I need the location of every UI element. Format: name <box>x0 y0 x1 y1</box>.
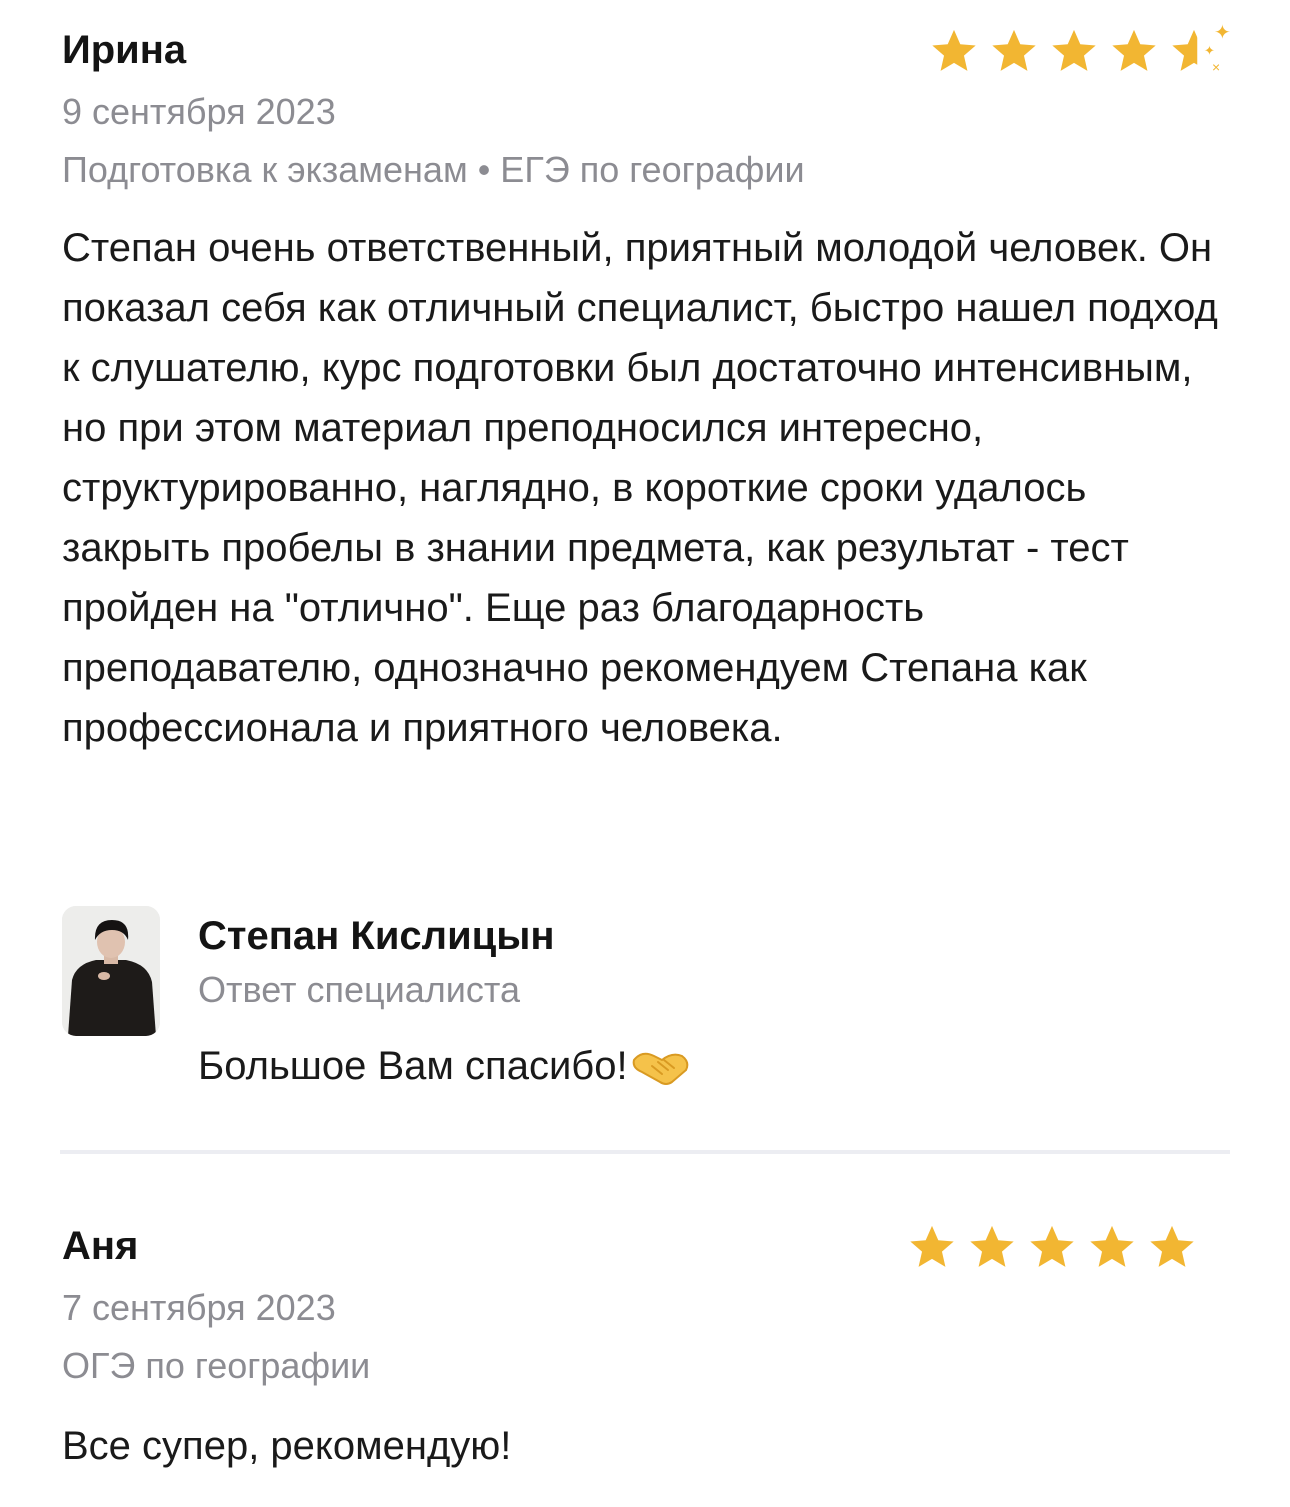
specialist-reply: Степан Кислицын Ответ специалиста Большо… <box>62 906 1232 1106</box>
review-category: Подготовка к экзаменам • ЕГЭ по географи… <box>62 149 805 190</box>
star-icon <box>1112 29 1156 71</box>
star-rating <box>904 1222 1200 1274</box>
review-date: 9 сентября 2023 <box>62 91 336 132</box>
reply-text: Большое Вам спасибо! <box>198 1036 690 1096</box>
specialist-name: Степан Кислицын <box>198 914 555 958</box>
review-card: Ирина 9 сентября 2023 Подготовка к экзам… <box>62 22 1231 758</box>
specialist-role-label: Ответ специалиста <box>198 969 521 1010</box>
star-icon <box>932 29 976 71</box>
star-icon <box>970 1225 1014 1267</box>
review-card: Аня 7 сентября 2023 ОГЭ по географии Все… <box>62 1218 1230 1476</box>
review-category: ОГЭ по географии <box>62 1345 371 1386</box>
reply-message: Большое Вам спасибо! <box>198 1044 628 1088</box>
star-icon <box>1052 29 1096 71</box>
review-text: Степан очень ответственный, приятный мол… <box>62 226 1218 750</box>
handshake-icon <box>632 1052 688 1085</box>
review-text: Все супер, рекомендую! <box>62 1424 512 1468</box>
divider <box>60 1150 1230 1154</box>
star-icon <box>910 1225 954 1267</box>
avatar <box>62 906 160 1036</box>
star-icon <box>992 29 1036 71</box>
star-rating: ✦ ✦ × <box>926 23 1231 78</box>
review-date: 7 сентября 2023 <box>62 1287 336 1328</box>
half-star-sparkle-icon: ✦ ✦ × <box>1166 23 1231 78</box>
star-icon <box>1150 1225 1194 1267</box>
reply-body: Степан Кислицын Ответ специалиста Большо… <box>198 906 690 1096</box>
star-icon <box>1030 1225 1074 1267</box>
star-icon <box>1090 1225 1134 1267</box>
